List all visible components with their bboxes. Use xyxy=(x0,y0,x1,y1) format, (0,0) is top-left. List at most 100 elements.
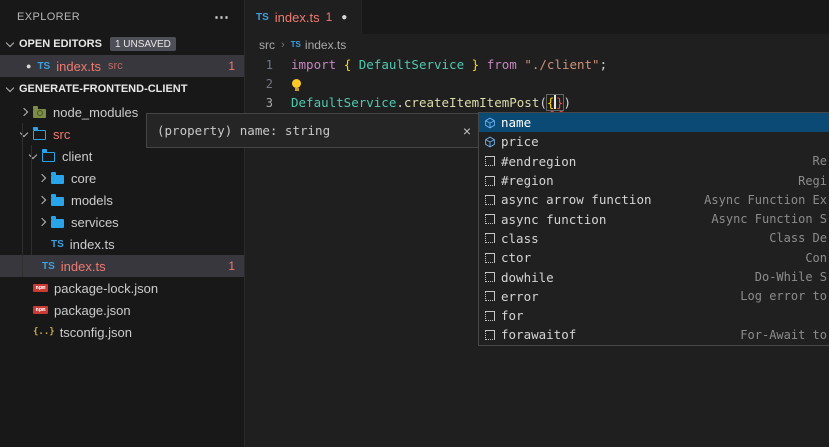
suggestion-async-function[interactable]: async function Async Function S xyxy=(479,209,829,228)
tree-item-client[interactable]: client xyxy=(0,145,244,167)
suggestion-ctor[interactable]: ctorCon xyxy=(479,248,829,267)
suggestion-detail: Class De xyxy=(769,231,827,245)
tree-item-label: package.json xyxy=(54,303,131,318)
code-token: } xyxy=(556,95,564,110)
suggestion--endregion[interactable]: #endregionRe xyxy=(479,152,829,171)
tree-item-tsconfig-json[interactable]: {..}tsconfig.json xyxy=(0,321,244,343)
suggestion-class[interactable]: class Class De xyxy=(479,229,829,248)
snippet-symbol-icon xyxy=(485,214,495,224)
code-line-2[interactable]: 2 xyxy=(246,74,829,93)
suggestion-for[interactable]: for xyxy=(479,306,829,325)
snippet-symbol-icon xyxy=(485,195,495,205)
suggestion-detail: For-Await to xyxy=(740,328,827,342)
suggestion-price[interactable]: price xyxy=(479,132,829,151)
suggestion-detail: Regi xyxy=(798,174,827,188)
lightbulb-icon[interactable] xyxy=(292,79,301,88)
error-count-badge: 1 xyxy=(228,59,235,73)
indent-guide xyxy=(22,123,23,277)
code-line-1[interactable]: 1import { DefaultService } from "./clien… xyxy=(246,55,829,74)
line-number: 2 xyxy=(246,77,291,91)
snippet-symbol-icon xyxy=(485,272,495,282)
tree-item-label: services xyxy=(71,215,119,230)
more-actions-icon[interactable]: ⋯ xyxy=(214,8,230,26)
suggestion--region[interactable]: #region Regi xyxy=(479,171,829,190)
suggestion-dowhile[interactable]: dowhileDo-While S xyxy=(479,267,829,286)
parameter-hint-tooltip: (property) name: string × xyxy=(146,113,482,148)
tree-item-core[interactable]: core xyxy=(0,167,244,189)
unsaved-badge: 1 UNSAVED xyxy=(110,37,176,51)
tree-item-label: core xyxy=(71,171,96,186)
tab-label: index.ts xyxy=(275,10,320,25)
modified-dot-icon: ● xyxy=(26,61,31,71)
tree-item-models[interactable]: models xyxy=(0,189,244,211)
tree-item-label: node_modules xyxy=(53,105,138,120)
code-token: ( xyxy=(539,95,547,110)
field-symbol-icon xyxy=(484,117,496,129)
typescript-file-icon: TS xyxy=(256,12,269,23)
tree-item-label: index.ts xyxy=(70,237,115,252)
vscode-window: EXPLORER ⋯ OPEN EDITORS 1 UNSAVED ● TS i… xyxy=(0,0,829,447)
npm-file-icon: npm xyxy=(33,284,48,292)
code-token: { xyxy=(547,95,555,110)
suggestion-label: #region xyxy=(501,173,554,188)
chevron-right-icon xyxy=(20,108,28,116)
bracket-pair-highlight: {} xyxy=(547,95,564,110)
open-editor-item-index-ts[interactable]: ● TS index.ts src 1 xyxy=(0,55,244,77)
code-line-3[interactable]: 3DefaultService.createItemItemPost({}) xyxy=(246,93,829,112)
tree-item-services[interactable]: services xyxy=(0,211,244,233)
open-editors-header[interactable]: OPEN EDITORS 1 UNSAVED xyxy=(0,33,244,55)
suggestion-error[interactable]: errorLog error to xyxy=(479,287,829,306)
code-token: createItemItemPost xyxy=(404,95,539,110)
chevron-down-icon xyxy=(6,84,14,92)
code-token: ) xyxy=(563,95,571,110)
tree-item-label: package-lock.json xyxy=(54,281,158,296)
tab-error-count: 1 xyxy=(326,10,333,24)
code-token: } xyxy=(464,57,479,72)
suggestion-label: for xyxy=(501,308,524,323)
folder-icon xyxy=(51,175,64,184)
suggestion-label: forawaitof xyxy=(501,327,576,342)
tree-item-label: index.ts xyxy=(61,259,106,274)
code-token: from xyxy=(479,57,524,72)
line-number: 1 xyxy=(246,58,291,72)
node-modules-folder-icon xyxy=(33,109,46,118)
typescript-file-icon: TS xyxy=(291,40,301,49)
project-section-header[interactable]: GENERATE-FRONTEND-CLIENT xyxy=(0,77,244,101)
chevron-down-icon xyxy=(6,39,14,47)
suggestion-label: price xyxy=(501,134,539,149)
suggestion-async-arrow-function[interactable]: async arrow functionAsync Function Ex xyxy=(479,190,829,209)
tree-item-label: models xyxy=(71,193,113,208)
suggestion-label: #endregion xyxy=(501,154,576,169)
suggestion-name[interactable]: name xyxy=(479,113,829,132)
tree-item-package-lock-json[interactable]: npm package-lock.json xyxy=(0,277,244,299)
suggestion-label: class xyxy=(501,231,539,246)
suggestion-label: async function xyxy=(501,212,606,227)
tree-item-index-ts[interactable]: TSindex.ts xyxy=(0,233,244,255)
error-count-badge: 1 xyxy=(228,259,235,273)
breadcrumb-item-src[interactable]: src xyxy=(259,38,275,52)
tab-modified-dot: ● xyxy=(341,12,347,23)
code-token: . xyxy=(396,95,404,110)
breadcrumb-item-file[interactable]: index.ts xyxy=(305,38,346,52)
code-token: DefaultService xyxy=(359,57,464,72)
field-symbol-icon xyxy=(484,136,496,148)
tree-item-index-ts[interactable]: TSindex.ts1 xyxy=(0,255,244,277)
code-editor[interactable]: 1import { DefaultService } from "./clien… xyxy=(246,55,829,112)
snippet-symbol-icon xyxy=(485,176,495,186)
suggestion-detail: Async Function S xyxy=(711,212,827,226)
tree-item-package-json[interactable]: npmpackage.json xyxy=(0,299,244,321)
breadcrumb: src › TS index.ts xyxy=(246,34,829,55)
open-editor-folder-hint: src xyxy=(108,60,123,72)
tab-index-ts[interactable]: TS index.ts 1 ● xyxy=(246,0,362,34)
open-editors-label: OPEN EDITORS xyxy=(19,38,102,50)
suggestion-forawaitof[interactable]: forawaitof For-Await to xyxy=(479,325,829,344)
explorer-title: EXPLORER xyxy=(17,11,80,23)
open-editor-filename: index.ts xyxy=(56,59,101,74)
close-icon[interactable]: × xyxy=(463,123,471,139)
chevron-right-icon xyxy=(38,174,46,182)
tab-bar: TS index.ts 1 ● xyxy=(246,0,829,34)
autocomplete-popup: name price #endregionRe #region Regi async ar… xyxy=(478,112,829,346)
explorer-title-row: EXPLORER ⋯ xyxy=(0,0,244,33)
suggestion-detail: Con xyxy=(805,251,827,265)
explorer-sidebar: EXPLORER ⋯ OPEN EDITORS 1 UNSAVED ● TS i… xyxy=(0,0,245,447)
